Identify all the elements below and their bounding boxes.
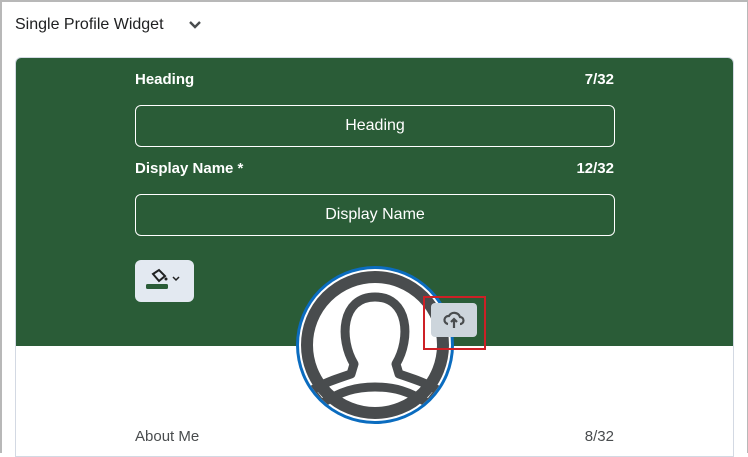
about-me-count: 8/32	[584, 428, 614, 445]
chevron-down-icon[interactable]	[186, 16, 204, 34]
display-name-count: 12/32	[576, 160, 614, 177]
widget-title: Single Profile Widget	[15, 16, 164, 33]
heading-input[interactable]: Heading	[135, 105, 615, 147]
profile-card: Heading 7/32 Heading Display Name * 12/3…	[15, 57, 734, 457]
display-name-label: Display Name *	[135, 160, 244, 177]
background-color-button[interactable]	[135, 260, 194, 302]
heading-count: 7/32	[584, 71, 614, 88]
display-name-input[interactable]: Display Name	[135, 194, 615, 236]
paint-bucket-icon	[146, 268, 180, 289]
heading-label: Heading	[135, 71, 195, 88]
upload-highlight-box	[423, 296, 486, 350]
about-me-label: About Me	[135, 428, 200, 445]
